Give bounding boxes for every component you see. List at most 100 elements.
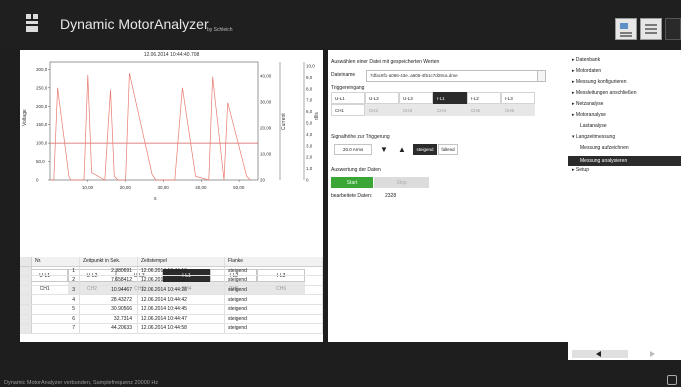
triggereingang-label: Triggereingang: [331, 85, 365, 91]
channel-button-ch4[interactable]: CH4: [433, 104, 467, 116]
row-selector[interactable]: [20, 276, 32, 285]
edge-falling-button[interactable]: fallend: [438, 144, 458, 155]
auswertung-label: Auswertung der Daten: [331, 167, 381, 173]
table-cell: 6: [32, 314, 80, 324]
nav-item-messleitungen-anschließen[interactable]: ▸ Messleitungen anschließen: [572, 90, 637, 96]
signalhoehe-label: Signalhöhe zur Triggerung: [331, 134, 390, 140]
bearbeitete-value: 2328: [385, 193, 397, 199]
table-cell: steigend: [225, 304, 323, 314]
y-axis-label: Voltage: [22, 109, 28, 126]
table-cell: steigend: [225, 285, 323, 295]
channel-button-ch6[interactable]: CH6: [501, 104, 535, 116]
right-axis-2-label: dl/s: [314, 112, 320, 120]
nav-scrollbar[interactable]: [568, 348, 681, 360]
increase-icon[interactable]: ▲: [394, 144, 410, 155]
table-cell: 10.94467: [80, 285, 138, 295]
chevron-right-icon[interactable]: [650, 351, 655, 357]
nav-item-motoranalyse[interactable]: ▸ Motoranalyse: [572, 112, 606, 118]
channel-button-ch1[interactable]: CH1: [331, 104, 365, 116]
table-cell: 12.06.2014 10:44:42: [138, 295, 225, 304]
close-icon[interactable]: [667, 375, 677, 385]
row-selector[interactable]: [20, 266, 32, 276]
start-button[interactable]: Start: [331, 177, 373, 188]
row-selector[interactable]: [20, 324, 32, 333]
channel-button-i-l2[interactable]: I-L2: [467, 92, 501, 104]
nav-item-netzanalyse[interactable]: ▸ Netzanalyse: [572, 101, 603, 107]
right2-tick-label: 10,0: [306, 64, 315, 69]
nav-item-messung-aufzeichnen[interactable]: Messung aufzeichnen: [580, 145, 629, 151]
channel-button-ch2[interactable]: CH2: [365, 104, 399, 116]
decrease-icon[interactable]: ▼: [376, 144, 392, 155]
nav-item-lastanalyse[interactable]: Lastanalyse: [580, 123, 607, 129]
app-logo-icon: [26, 14, 38, 32]
scroll-left-button[interactable]: [572, 350, 628, 358]
signalhoehe-field[interactable]: 20.0 Arms: [334, 144, 372, 155]
section-title: Auswählen einer Datei mit gespeicherten …: [331, 59, 440, 65]
chevron-down-icon[interactable]: [537, 71, 545, 81]
x-axis-label: s: [154, 196, 157, 202]
y-tick-label: 100,0: [36, 141, 48, 146]
right2-tick-label: 4,0: [306, 132, 313, 137]
nav-item-messung-konfigurieren[interactable]: ▸ Messung konfigurieren: [572, 79, 627, 85]
table-cell: steigend: [225, 276, 323, 285]
table-header: Nr. Zeitpunkt in Sek. Zeitstempel Flanke: [20, 257, 323, 267]
table-row[interactable]: 2 7.658412 12.06.2014 10:44:21 steigend: [20, 276, 323, 286]
table-cell: 2: [32, 276, 80, 285]
status-bar: Dynamic MotorAnalyzer verbunden, Samplef…: [0, 372, 681, 387]
column-header[interactable]: Flanke: [225, 257, 323, 266]
table-row[interactable]: 4 28.43272 12.06.2014 10:44:42 steigend: [20, 295, 323, 305]
table-row[interactable]: 1 2.380691 12.06.2014 10:44:16 steigend: [20, 266, 323, 277]
channel-button-i-l3[interactable]: I-L3: [501, 92, 535, 104]
channel-button-u-l3[interactable]: U-L3: [399, 92, 433, 104]
row-selector[interactable]: [20, 304, 32, 314]
nav-item-setup[interactable]: ▸ Setup: [572, 167, 589, 173]
right2-tick-label: 1,0: [306, 166, 313, 171]
table-cell: 12.06.2014 10:44:47: [138, 314, 225, 324]
right2-tick-label: 9,0: [306, 75, 313, 80]
channel-button-u-l2[interactable]: U-L2: [365, 92, 399, 104]
status-text: Dynamic MotorAnalyzer verbunden, Samplef…: [4, 380, 159, 386]
x-tick-label: 50,00: [233, 185, 245, 190]
channel-button-ch5[interactable]: CH5: [467, 104, 501, 116]
table-cell: 1: [32, 266, 80, 276]
right2-tick-label: 6,0: [306, 109, 313, 114]
table-cell: 32.7314: [80, 314, 138, 324]
table-cell: steigend: [225, 295, 323, 304]
signal-chart[interactable]: 300,0250,0200,0150,0100,050,0010,00 20,00…: [20, 50, 323, 265]
stop-button[interactable]: Stop: [374, 177, 429, 188]
column-header[interactable]: Zeitstempel: [138, 257, 225, 266]
nav-item-messung-analysieren[interactable]: Messung analysieren: [568, 156, 681, 166]
table-cell: 4: [32, 295, 80, 304]
table-row[interactable]: 7 44.20633 12.06.2014 10:44:58 steigend: [20, 324, 323, 334]
table-cell: 12.06.2014 10:44:16: [138, 266, 225, 276]
column-header[interactable]: Zeitpunkt in Sek.: [80, 257, 138, 266]
trigger-table: Nr. Zeitpunkt in Sek. Zeitstempel Flanke…: [20, 257, 323, 334]
edge-rising-button[interactable]: steigend: [413, 144, 437, 155]
window-icon[interactable]: [640, 18, 662, 40]
x-tick-label: 10,00: [82, 185, 94, 190]
table-cell: steigend: [225, 314, 323, 324]
row-selector[interactable]: [20, 295, 32, 304]
channel-button-ch3[interactable]: CH3: [399, 104, 433, 116]
nav-item-motordaten[interactable]: ▸ Motordaten: [572, 68, 601, 74]
table-cell: steigend: [225, 266, 323, 276]
column-header[interactable]: Nr.: [32, 257, 80, 266]
channel-button-i-l1[interactable]: I-L1: [433, 92, 467, 104]
table-row[interactable]: 3 10.94467 12.06.2014 10:44:28 steigend: [20, 285, 323, 296]
right1-tick-label: 20: [260, 178, 266, 183]
row-selector[interactable]: [20, 314, 32, 324]
channel-button-u-l1[interactable]: U-L1: [331, 92, 365, 104]
table-row[interactable]: 6 32.7314 12.06.2014 10:44:47 steigend: [20, 314, 323, 325]
table-row[interactable]: 5 30.90566 12.06.2014 10:44:45 steigend: [20, 304, 323, 315]
y-tick-label: 250,0: [36, 85, 48, 90]
panel-icon[interactable]: [665, 18, 681, 40]
table-cell: 2.380691: [80, 266, 138, 276]
table-cell: 7.658412: [80, 276, 138, 285]
nav-item-langzeitmessung[interactable]: ▾ Langzeitmessung: [572, 134, 615, 140]
nav-item-datenbank[interactable]: ▸ Datenbank: [572, 57, 600, 63]
right1-tick-label: 20,00: [260, 126, 272, 131]
row-selector[interactable]: [20, 285, 32, 295]
report-icon[interactable]: [615, 18, 637, 40]
chevron-left-icon: [596, 351, 601, 357]
dateiname-select[interactable]: 7dfac8f1-a066-43e..a605-4f61c7d29ca.dme: [366, 70, 546, 82]
